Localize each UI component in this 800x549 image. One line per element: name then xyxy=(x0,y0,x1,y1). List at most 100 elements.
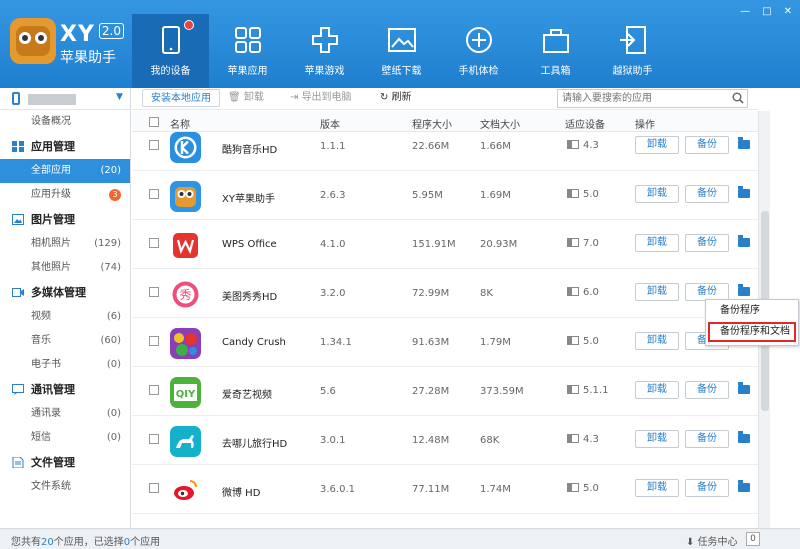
menu-item-backup-app[interactable]: 备份程序 xyxy=(706,300,798,322)
table-row[interactable]: WPS Office 4.1.0 151.91M 20.93M 7.0 卸载 备份 xyxy=(132,220,758,269)
table-row[interactable]: 微博 HD 3.6.0.1 77.11M 1.74M 5.0 卸载 备份 xyxy=(132,465,758,514)
sidebar-item[interactable]: 音乐 (60) xyxy=(0,329,130,353)
export-to-pc-button[interactable]: ⇥ 导出到电脑 xyxy=(290,89,352,107)
backup-row-button[interactable]: 备份 xyxy=(685,136,729,154)
row-checkbox[interactable] xyxy=(149,483,159,493)
col-name[interactable]: 名称 xyxy=(170,116,190,131)
uninstall-row-button[interactable]: 卸载 xyxy=(635,479,679,497)
nav-toolbox[interactable]: 工具箱 xyxy=(517,14,594,88)
uninstall-row-button[interactable]: 卸载 xyxy=(635,283,679,301)
search-input[interactable] xyxy=(558,90,726,107)
folder-icon[interactable] xyxy=(738,137,750,149)
folder-icon[interactable] xyxy=(738,382,750,394)
doc-size: 373.59M xyxy=(480,386,524,397)
nav-label: 手机体检 xyxy=(458,66,499,77)
backup-row-button[interactable]: 备份 xyxy=(685,185,729,203)
uninstall-row-button[interactable]: 卸载 xyxy=(635,185,679,203)
app-name: WPS Office xyxy=(222,239,277,250)
nav-checkup[interactable]: 手机体检 xyxy=(440,14,517,88)
nav-apps-grid[interactable]: 苹果应用 xyxy=(209,14,286,88)
uninstall-row-button[interactable]: 卸载 xyxy=(635,332,679,350)
folder-icon[interactable] xyxy=(738,480,750,492)
row-checkbox[interactable] xyxy=(149,140,159,150)
uninstall-row-button[interactable]: 卸载 xyxy=(635,430,679,448)
folder-icon[interactable] xyxy=(738,284,750,296)
sidebar-section-file-management[interactable]: 文件管理 xyxy=(0,450,130,475)
backup-row-button[interactable]: 备份 xyxy=(685,234,729,252)
menu-item-backup-app-and-docs[interactable]: 备份程序和文档 xyxy=(708,322,796,342)
table-row[interactable]: QIY 爱奇艺视频 5.6 27.28M 373.59M 5.1.1 卸载 备份 xyxy=(132,367,758,416)
uninstall-row-button[interactable]: 卸载 xyxy=(635,381,679,399)
sidebar-item[interactable]: 视频 (6) xyxy=(0,305,130,329)
sidebar-item[interactable]: 相机照片 (129) xyxy=(0,232,130,256)
table-row[interactable]: XY苹果助手 2.6.3 5.95M 1.69M 5.0 卸载 备份 xyxy=(132,171,758,220)
app-size: 72.99M xyxy=(412,288,450,299)
sidebar-item-overview[interactable]: 设备概况 xyxy=(0,110,130,134)
app-subtitle: 苹果助手 xyxy=(60,50,116,66)
row-checkbox[interactable] xyxy=(149,385,159,395)
row-checkbox[interactable] xyxy=(149,336,159,346)
task-count-badge: 0 xyxy=(746,532,760,546)
nav-jailbreak[interactable]: 越狱助手 xyxy=(594,14,671,88)
uninstall-row-button[interactable]: 卸载 xyxy=(635,136,679,154)
sidebar-item[interactable]: 文件系统 xyxy=(0,475,130,499)
col-app-size[interactable]: 程序大小 xyxy=(412,116,452,131)
sidebar-section-contacts-management[interactable]: 通讯管理 xyxy=(0,377,130,402)
sidebar-section-media-management[interactable]: 多媒体管理 xyxy=(0,280,130,305)
row-checkbox[interactable] xyxy=(149,238,159,248)
row-checkbox[interactable] xyxy=(149,287,159,297)
folder-icon[interactable] xyxy=(738,235,750,247)
table-row[interactable]: 秀美图秀秀HD 3.2.0 72.99M 8K 6.0 卸载 备份 xyxy=(132,269,758,318)
minimize-icon[interactable]: — xyxy=(740,6,750,17)
close-icon[interactable]: ✕ xyxy=(784,6,792,17)
sidebar-item[interactable]: 全部应用 (20) xyxy=(0,159,130,183)
table-row[interactable]: Candy Crush1.34.191.63M1.79M5.0卸载备份 xyxy=(132,318,758,367)
row-checkbox[interactable] xyxy=(149,189,159,199)
uninstall-row-button[interactable]: 卸载 xyxy=(635,234,679,252)
device-selector[interactable]: ▼ xyxy=(0,88,130,110)
app-name: 微博 HD xyxy=(222,488,261,499)
refresh-button[interactable]: ↻ 刷新 xyxy=(380,89,412,107)
search-icon[interactable] xyxy=(732,92,744,104)
svg-text:QIY: QIY xyxy=(176,389,196,400)
item-count: (6) xyxy=(106,311,121,322)
app-name: 美图秀秀HD xyxy=(222,292,278,303)
sidebar-item[interactable]: 短信 (0) xyxy=(0,426,130,450)
sidebar-item[interactable]: 通讯录 (0) xyxy=(0,402,130,426)
maximize-icon[interactable]: □ xyxy=(762,6,771,17)
device-icon xyxy=(567,434,579,443)
sidebar-section-app-management[interactable]: 应用管理 xyxy=(0,134,130,159)
search-box xyxy=(557,89,748,108)
col-doc-size[interactable]: 文档大小 xyxy=(480,116,520,131)
main-nav: 我的设备 苹果应用 苹果游戏 壁纸下载 手机体检 工具箱 越狱助手 xyxy=(132,14,671,88)
sidebar-item[interactable]: 其他照片 (74) xyxy=(0,256,130,280)
backup-row-button[interactable]: 备份 xyxy=(685,430,729,448)
col-version[interactable]: 版本 xyxy=(320,116,340,131)
backup-row-button[interactable]: 备份 xyxy=(685,479,729,497)
install-local-app-button[interactable]: 安装本地应用 xyxy=(142,89,220,107)
chevron-down-icon[interactable]: ▼ xyxy=(116,92,123,102)
phone-icon xyxy=(12,92,20,105)
nav-game-pad[interactable]: 苹果游戏 xyxy=(286,14,363,88)
nav-tablet[interactable]: 我的设备 xyxy=(132,14,209,88)
select-all-checkbox[interactable] xyxy=(149,117,159,127)
backup-row-button[interactable]: 备份 xyxy=(685,381,729,399)
app-version: 3.6.0.1 xyxy=(320,484,355,495)
task-center-button[interactable]: ⬇ 任务中心 xyxy=(686,533,738,548)
toolbox-icon xyxy=(517,24,594,56)
folder-icon[interactable] xyxy=(738,186,750,198)
table-row[interactable]: 去哪儿旅行HD 3.0.1 12.48M 68K 4.3 卸载 备份 xyxy=(132,416,758,465)
uninstall-button[interactable]: 🗑 卸载 xyxy=(228,89,264,107)
sidebar-item[interactable]: 应用升级 3 xyxy=(0,183,130,207)
folder-icon[interactable] xyxy=(738,431,750,443)
sidebar-item[interactable]: 电子书 (0) xyxy=(0,353,130,377)
row-checkbox[interactable] xyxy=(149,434,159,444)
col-device[interactable]: 适应设备 xyxy=(565,116,605,131)
app-wps-icon xyxy=(170,230,201,261)
app-size: 22.66M xyxy=(412,141,450,152)
app-version: 4.1.0 xyxy=(320,239,346,250)
col-actions: 操作 xyxy=(635,120,655,131)
sidebar-section-image-management[interactable]: 图片管理 xyxy=(0,207,130,232)
app-version: 2.0 xyxy=(98,23,124,39)
nav-wallpaper[interactable]: 壁纸下载 xyxy=(363,14,440,88)
